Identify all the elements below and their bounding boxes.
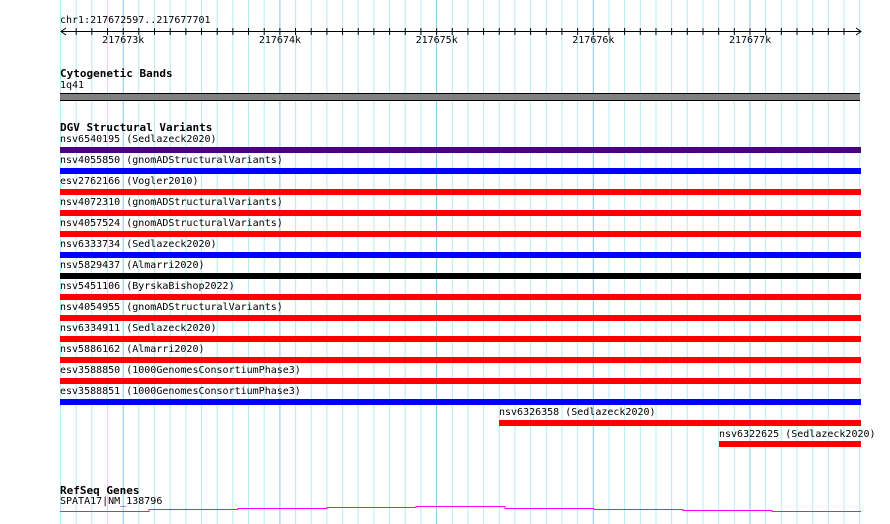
variant-label: nsv4072310 (gnomADStructuralVariants) bbox=[60, 197, 283, 208]
variant-label: nsv6322625 (Sedlazeck2020) bbox=[719, 429, 876, 440]
variant-bar[interactable] bbox=[60, 399, 861, 405]
tick-label: 217677k bbox=[728, 35, 772, 46]
tick-label: 217675k bbox=[415, 35, 458, 46]
cytoband-bar[interactable] bbox=[60, 93, 860, 101]
tick-label: 217674k bbox=[258, 35, 302, 46]
cytoband-track-title: Cytogenetic Bands bbox=[60, 67, 173, 80]
variant-bar[interactable] bbox=[60, 231, 861, 237]
gene-line bbox=[60, 506, 861, 512]
variant-label: esv2762166 (Vogler2010) bbox=[60, 176, 199, 187]
variant-bar[interactable] bbox=[60, 252, 861, 258]
variant-label: nsv6334911 (Sedlazeck2020) bbox=[60, 323, 217, 334]
variant-label: esv3588851 (1000GenomesConsortiumPhase3) bbox=[60, 386, 301, 397]
tick-label: 217673k bbox=[102, 35, 145, 46]
variant-label: nsv4054955 (gnomADStructuralVariants) bbox=[60, 302, 283, 313]
variant-label: nsv6540195 (Sedlazeck2020) bbox=[60, 134, 217, 145]
variant-bar[interactable] bbox=[60, 210, 861, 216]
variant-label: nsv4057524 (gnomADStructuralVariants) bbox=[60, 218, 283, 229]
variant-bar[interactable] bbox=[60, 378, 861, 384]
variant-bar[interactable] bbox=[60, 147, 861, 153]
variant-label: nsv6333734 (Sedlazeck2020) bbox=[60, 239, 217, 250]
variant-label: nsv4055850 (gnomADStructuralVariants) bbox=[60, 155, 283, 166]
variant-bar[interactable] bbox=[60, 336, 861, 342]
variant-bar[interactable] bbox=[60, 294, 861, 300]
variant-bar[interactable] bbox=[60, 168, 861, 174]
variant-bar[interactable] bbox=[60, 315, 861, 321]
refseq-track-title: RefSeq Genes bbox=[60, 484, 140, 497]
variant-bar[interactable] bbox=[60, 273, 861, 279]
variant-bar[interactable] bbox=[499, 420, 861, 426]
variant-bar[interactable] bbox=[719, 441, 861, 447]
tick-label: 217676k bbox=[572, 35, 615, 46]
variant-bar[interactable] bbox=[60, 357, 861, 363]
variant-label: nsv5886162 (Almarri2020) bbox=[60, 344, 205, 355]
variant-label: nsv5829437 (Almarri2020) bbox=[60, 260, 205, 271]
variant-label: nsv6326358 (Sedlazeck2020) bbox=[499, 407, 656, 418]
variant-label: nsv5451106 (ByrskaBishop2022) bbox=[60, 281, 235, 292]
dgv-track-title: DGV Structural Variants bbox=[60, 121, 213, 134]
variant-label: esv3588850 (1000GenomesConsortiumPhase3) bbox=[60, 365, 301, 376]
variant-bar[interactable] bbox=[60, 189, 861, 195]
gene-model[interactable] bbox=[0, 500, 890, 520]
cytoband-label: 1q41 bbox=[60, 80, 85, 91]
